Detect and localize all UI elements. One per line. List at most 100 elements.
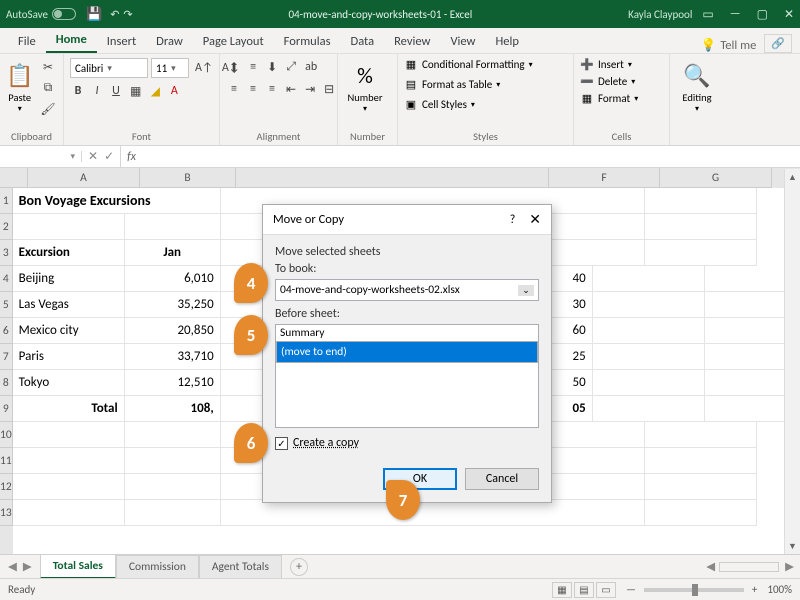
row-header[interactable]: 12 [0,474,13,500]
row-header[interactable]: 4 [0,266,13,292]
close-icon[interactable]: ✕ [529,211,541,228]
redo-icon[interactable]: ↷ [123,8,132,21]
page-break-view-icon[interactable]: ▭ [596,582,616,598]
editing-button[interactable]: 🔍 Editing ▾ [676,58,718,118]
column-header-f[interactable]: F [548,168,660,188]
font-size-select[interactable]: 11▾ [151,58,189,78]
share-button[interactable]: 🔗 [764,34,792,53]
align-left-icon[interactable]: ≡ [226,80,242,98]
insert-cells-button[interactable]: ➕Insert▾ [580,58,632,71]
sheet-tab-agent-totals[interactable]: Agent Totals [199,555,282,578]
cell[interactable]: 33,710 [125,344,221,370]
toggle-off-icon[interactable] [52,8,76,20]
align-top-icon[interactable]: ⬆ [226,58,242,76]
zoom-out-button[interactable]: — [626,583,636,596]
format-painter-icon[interactable]: 🖌 [37,100,58,118]
align-bottom-icon[interactable]: ⬇ [264,58,280,76]
row-header[interactable]: 3 [0,240,13,266]
sheet-tab-commission[interactable]: Commission [116,555,199,578]
maximize-icon[interactable]: ▢ [757,7,768,22]
zoom-level[interactable]: 100% [767,583,792,596]
vertical-scrollbar[interactable]: ▲ ▼ [784,169,800,554]
before-sheet-listbox[interactable]: Summary (move to end) [275,324,539,428]
column-header-a[interactable]: A [28,168,140,188]
menu-formulas[interactable]: Formulas [274,30,341,53]
row-header[interactable]: 2 [0,214,13,240]
user-name[interactable]: Kayla Claypool [628,8,692,21]
save-icon[interactable]: 💾 [86,7,102,22]
help-icon[interactable]: ? [510,213,516,227]
sheet-tab-total-sales[interactable]: Total Sales [40,554,116,579]
italic-button[interactable]: I [89,82,105,100]
cell[interactable]: Paris [13,344,125,370]
menu-draw[interactable]: Draw [146,30,193,53]
list-item[interactable]: (move to end) [276,341,538,363]
menu-home[interactable]: Home [46,28,97,53]
chevron-down-icon[interactable]: ⌄ [518,285,534,296]
row-header[interactable]: 9 [0,396,13,422]
list-item[interactable]: Summary [276,325,538,341]
chevron-down-icon[interactable]: ▾ [18,104,22,114]
cell[interactable]: Beijing [13,266,125,292]
fill-color-icon[interactable]: ◢ [147,82,163,100]
menu-help[interactable]: Help [486,30,529,53]
cell[interactable]: Las Vegas [13,292,125,318]
normal-view-icon[interactable]: ▦ [552,582,572,598]
tab-nav-prev-icon[interactable]: ◀ [8,559,17,574]
cell[interactable]: Bon Voyage Excursions [13,188,221,214]
cell[interactable]: Excursion [13,240,125,266]
merge-icon[interactable]: ⊟ [321,80,337,98]
align-right-icon[interactable]: ≡ [264,80,280,98]
zoom-slider[interactable] [644,588,744,592]
cell[interactable]: Mexico city [13,318,125,344]
menu-insert[interactable]: Insert [97,30,146,53]
menu-review[interactable]: Review [384,30,440,53]
format-as-table-button[interactable]: ▤Format as Table▾ [404,78,500,91]
scroll-up-icon[interactable]: ▲ [785,169,800,185]
autosave-toggle[interactable]: AutoSave [6,8,76,21]
undo-icon[interactable]: ↶ [110,8,119,21]
menu-file[interactable]: File [8,30,46,53]
cell[interactable]: 12,510 [125,370,221,396]
row-header[interactable]: 13 [0,500,13,526]
orientation-icon[interactable]: ⤢ [283,58,299,76]
cell[interactable]: 108, [125,396,221,422]
align-middle-icon[interactable]: ≡ [245,58,261,76]
row-header[interactable]: 5 [0,292,13,318]
enter-formula-icon[interactable]: ✓ [104,149,114,164]
row-header[interactable]: 1 [0,188,13,214]
increase-indent-icon[interactable]: ⇥ [302,80,318,98]
name-box[interactable]: ▾ [0,151,82,162]
cell[interactable]: 35,250 [125,292,221,318]
ribbon-options-icon[interactable]: ▭ [702,7,713,22]
to-book-select[interactable]: 04-move-and-copy-worksheets-02.xlsx ⌄ [275,279,539,301]
cell-styles-button[interactable]: ▣Cell Styles▾ [404,98,475,111]
align-center-icon[interactable]: ≡ [245,80,261,98]
close-icon[interactable]: ✕ [784,7,794,22]
underline-button[interactable]: U [108,82,124,100]
conditional-formatting-button[interactable]: ▦Conditional Formatting▾ [404,58,533,71]
bold-button[interactable]: B [70,82,86,100]
format-cells-button[interactable]: ▦Format▾ [580,92,638,105]
create-copy-checkbox[interactable]: ✓ [275,437,288,450]
wrap-text-icon[interactable]: ab [302,58,320,76]
font-family-select[interactable]: Calibri▾ [70,58,148,78]
chevron-down-icon[interactable]: ▾ [363,104,367,114]
cancel-button[interactable]: Cancel [465,468,539,490]
horizontal-scrollbar[interactable] [719,562,779,572]
zoom-in-button[interactable]: + [752,583,757,596]
tell-me[interactable]: Tell me [720,38,756,53]
cell[interactable]: 6,010 [125,266,221,292]
copy-icon[interactable]: ⧉ [37,79,58,97]
decrease-indent-icon[interactable]: ⇤ [283,80,299,98]
paste-button[interactable]: 📋 Paste ▾ [6,58,33,118]
font-color-icon[interactable]: A [166,82,182,100]
add-sheet-button[interactable]: + [290,558,308,576]
row-header[interactable]: 10 [0,422,13,448]
number-format-button[interactable]: % Number ▾ [344,58,386,118]
tab-nav-next-icon[interactable]: ▶ [23,559,32,574]
chevron-down-icon[interactable]: ▾ [695,104,699,114]
menu-view[interactable]: View [440,30,485,53]
row-header[interactable]: 7 [0,344,13,370]
tell-me-icon[interactable]: 💡 [701,38,717,53]
